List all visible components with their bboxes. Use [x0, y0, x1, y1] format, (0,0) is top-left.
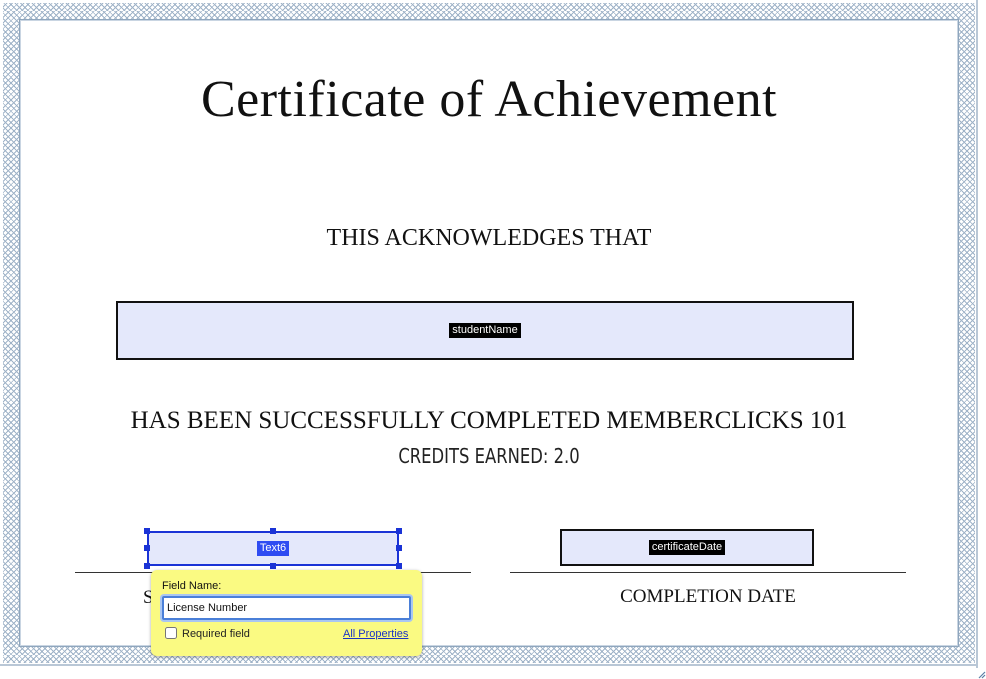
text6-field-label: Text6	[256, 541, 290, 556]
all-properties-link[interactable]: All Properties	[343, 628, 408, 640]
resize-handle-left[interactable]	[144, 545, 150, 551]
page-edge-bottom	[0, 664, 978, 666]
certificate-title: Certificate of Achievement	[200, 71, 778, 128]
certificate-date-field-label: certificateDate	[648, 540, 726, 555]
completed-course-text: HAS BEEN SUCCESSFULLY COMPLETED MEMBERCL…	[130, 407, 848, 434]
resize-corner-icon[interactable]	[978, 666, 986, 679]
resize-handle-bottom-right[interactable]	[396, 563, 402, 569]
completion-date-line	[510, 572, 906, 573]
resize-handle-bottom-left[interactable]	[144, 563, 150, 569]
resize-handle-bottom[interactable]	[270, 563, 276, 569]
completion-date-label: COMPLETION DATE	[620, 586, 796, 607]
field-name-input[interactable]	[162, 596, 411, 620]
acknowledges-text: THIS ACKNOWLEDGES THAT	[326, 225, 652, 251]
student-name-field[interactable]: studentName	[116, 301, 854, 360]
certificate-date-field[interactable]: certificateDate	[560, 529, 814, 566]
required-field-checkbox[interactable]	[165, 627, 177, 639]
resize-handle-right[interactable]	[396, 545, 402, 551]
resize-handle-top-left[interactable]	[144, 528, 150, 534]
resize-handle-top[interactable]	[270, 528, 276, 534]
field-name-label: Field Name:	[162, 580, 222, 592]
credits-earned-text: CREDITS EARNED: 2.0	[398, 444, 580, 468]
student-name-field-label: studentName	[449, 323, 521, 338]
required-field-label: Required field	[182, 628, 250, 640]
text6-field-selected[interactable]: Text6	[147, 531, 399, 566]
field-name-popup: Field Name: Required field All Propertie…	[151, 570, 422, 656]
resize-handle-top-right[interactable]	[396, 528, 402, 534]
